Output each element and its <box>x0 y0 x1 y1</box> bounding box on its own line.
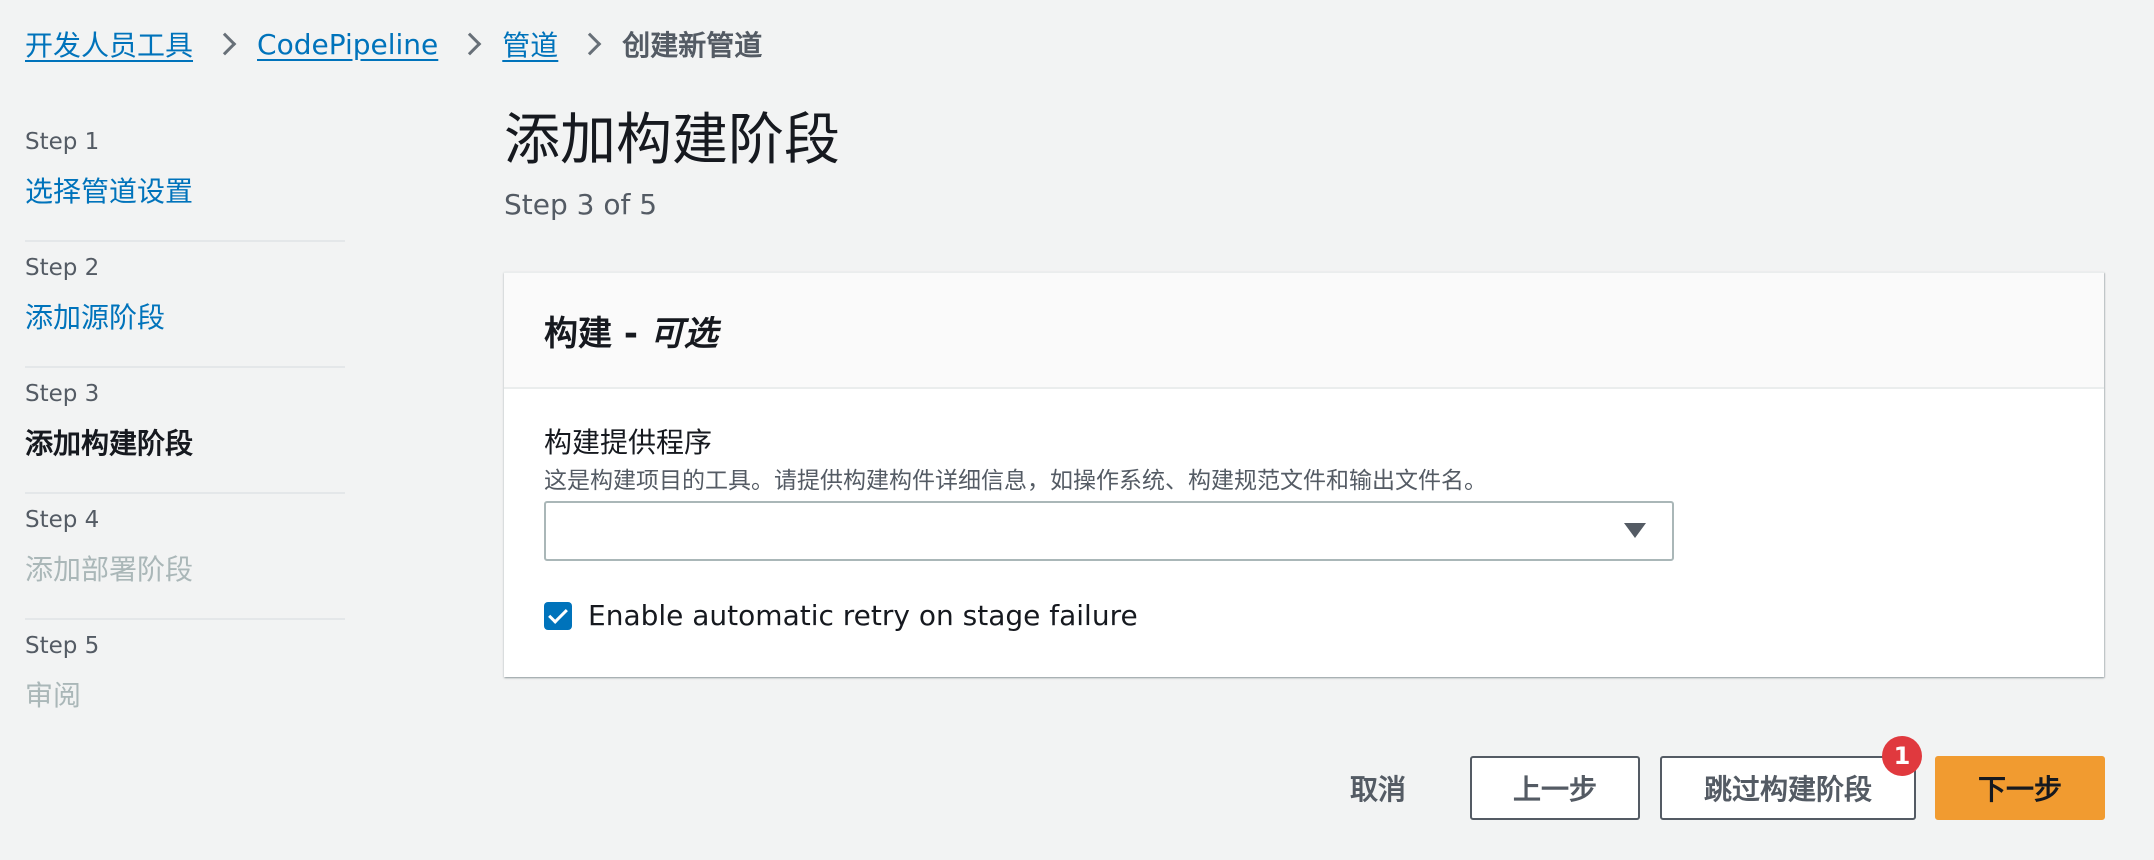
previous-button[interactable]: 上一步 <box>1470 756 1640 820</box>
chevron-right-icon <box>450 22 490 66</box>
page-title: 添加构建阶段 <box>504 108 840 173</box>
build-provider-select[interactable] <box>544 501 1674 561</box>
wizard-step-4: Step 4 添加部署阶段 <box>25 496 345 620</box>
step-disabled-deploy-stage: 添加部署阶段 <box>25 553 194 586</box>
step-disabled-review: 审阅 <box>25 679 82 712</box>
step-link-source-stage[interactable]: 添加源阶段 <box>25 296 345 336</box>
next-button[interactable]: 下一步 <box>1935 756 2105 820</box>
build-stage-container: 构建 - 可选 构建提供程序 这是构建项目的工具。请提供构建构件详细信息，如操作… <box>504 272 2104 677</box>
wizard-step-3: Step 3 添加构建阶段 <box>25 370 345 494</box>
auto-retry-label[interactable]: Enable automatic retry on stage failure <box>588 599 1138 632</box>
step-number: Step 2 <box>25 255 100 281</box>
container-header: 构建 - 可选 <box>504 273 2104 389</box>
caret-down-icon <box>1624 523 1646 538</box>
wizard-step-2: Step 2 添加源阶段 <box>25 244 345 368</box>
wizard-step-1: Step 1 选择管道设置 <box>25 118 345 242</box>
step-link-pipeline-settings[interactable]: 选择管道设置 <box>25 170 345 210</box>
chevron-right-icon <box>205 22 245 66</box>
cancel-button[interactable]: 取消 <box>1318 756 1438 820</box>
container-title-optional: 可选 <box>649 313 718 354</box>
step-number: Step 5 <box>25 633 100 659</box>
wizard-actions: 取消 上一步 跳过构建阶段 下一步 <box>0 756 2154 820</box>
container-title: 构建 - 可选 <box>544 306 718 355</box>
skip-build-stage-button[interactable]: 跳过构建阶段 <box>1660 756 1916 820</box>
breadcrumb-pipelines[interactable]: 管道 <box>502 24 558 64</box>
build-provider-label: 构建提供程序 <box>544 426 713 459</box>
container-title-main: 构建 - <box>544 313 650 354</box>
breadcrumb-current: 创建新管道 <box>622 29 763 62</box>
step-number: Step 4 <box>25 507 100 533</box>
build-provider-description: 这是构建项目的工具。请提供构建构件详细信息，如操作系统、构建规范文件和输出文件名… <box>544 468 1487 494</box>
breadcrumb-codepipeline[interactable]: CodePipeline <box>257 28 438 61</box>
breadcrumb-developer-tools[interactable]: 开发人员工具 <box>25 24 193 64</box>
step-number: Step 1 <box>25 129 100 155</box>
chevron-right-icon <box>570 22 610 66</box>
page-subtitle: Step 3 of 5 <box>504 188 658 221</box>
step-number: Step 3 <box>25 381 100 407</box>
wizard-steps-nav: Step 1 选择管道设置 Step 2 添加源阶段 Step 3 添加构建阶段… <box>25 118 345 748</box>
step-current-build-stage: 添加构建阶段 <box>25 427 194 460</box>
wizard-step-5: Step 5 审阅 <box>25 622 345 746</box>
notification-badge: 1 <box>1882 736 1922 776</box>
auto-retry-checkbox[interactable] <box>544 601 572 630</box>
breadcrumb: 开发人员工具 CodePipeline 管道 创建新管道 <box>25 22 762 66</box>
auto-retry-checkbox-row[interactable]: Enable automatic retry on stage failure <box>544 599 1138 632</box>
